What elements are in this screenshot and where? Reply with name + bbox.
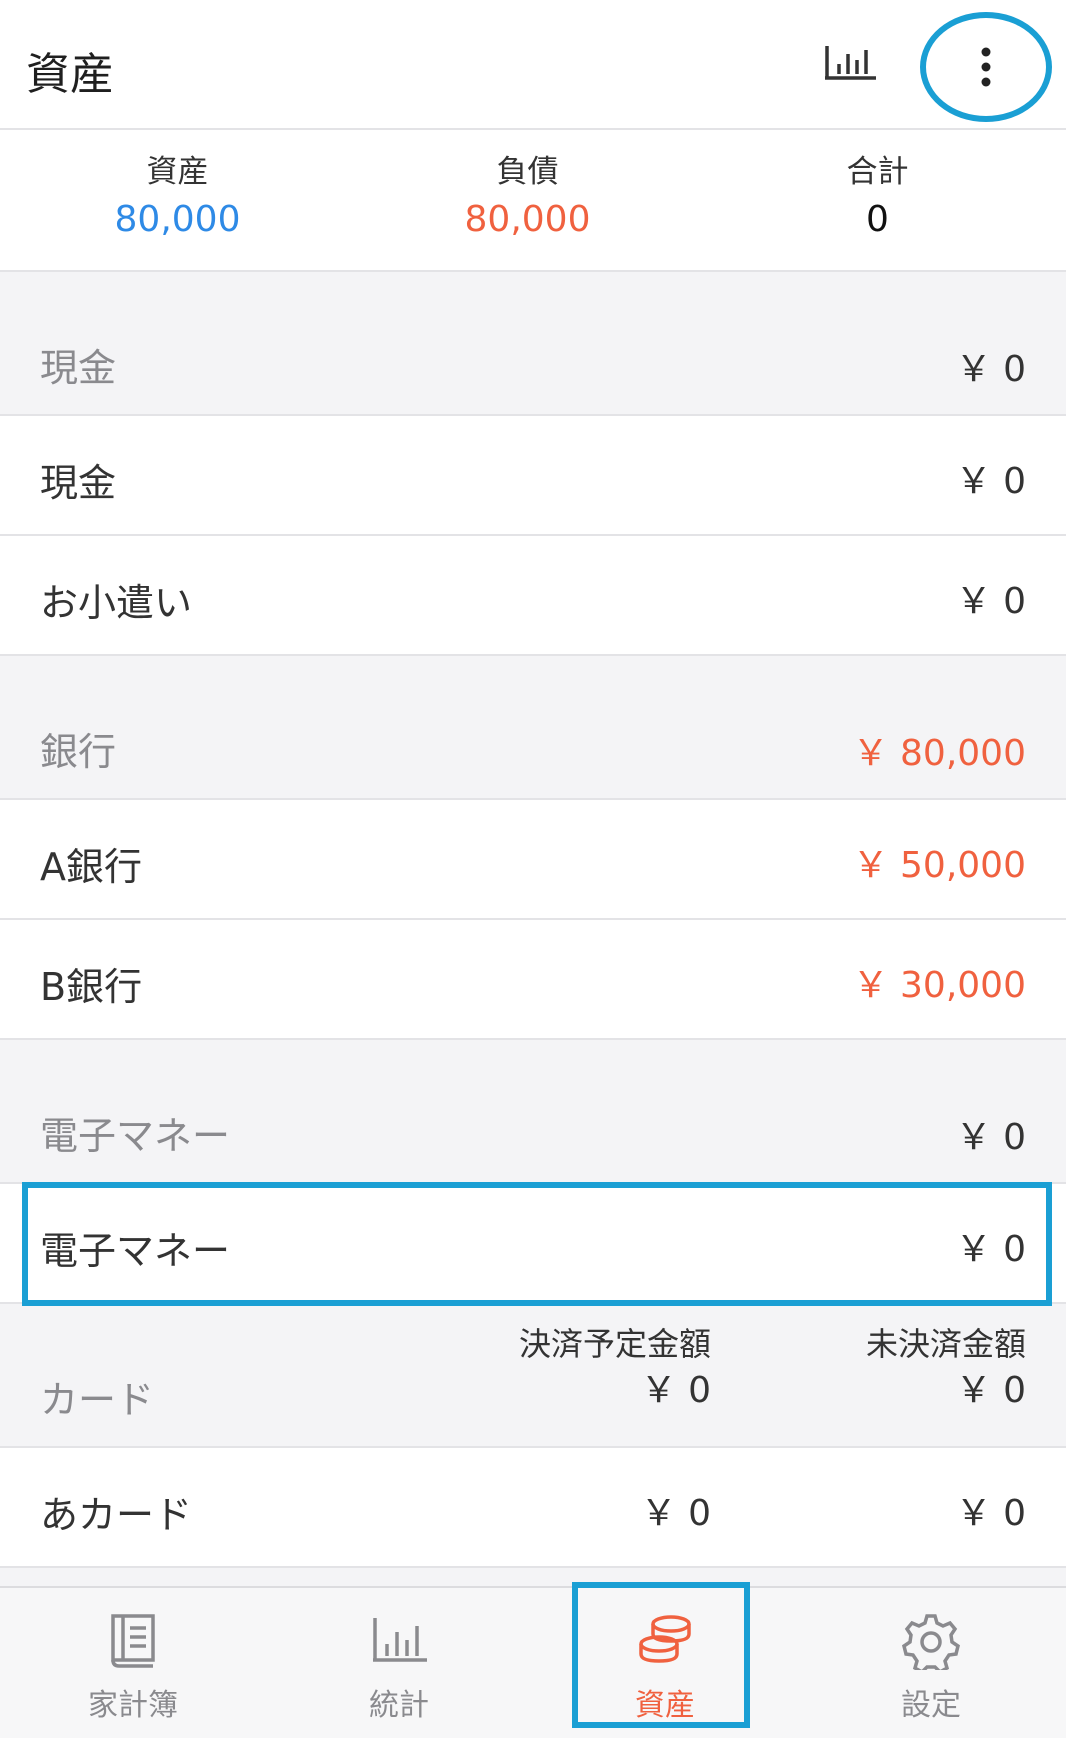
tab-label: 統計 [369,1688,429,1723]
bar-chart-icon [373,1618,427,1662]
account-row-bank-a[interactable]: A銀行 ￥ 50,000 [0,800,1066,920]
section-amount: ￥ 80,000 [852,733,1026,774]
total-value: 0 [866,199,889,240]
account-name: お小遣い [40,581,193,625]
chart-button[interactable] [820,40,880,90]
account-row-allowance[interactable]: お小遣い ￥ 0 [0,536,1066,656]
gear-icon [902,1614,960,1670]
bottom-tab-bar: 家計簿 統計 資産 設定 [0,1586,1066,1738]
scheduled-header: 決済予定金額 ￥ 0 [519,1322,711,1416]
section-header-card: カード 決済予定金額 ￥ 0 未決済金額 ￥ 0 [0,1304,1066,1448]
tab-statistics[interactable]: 統計 [266,1588,532,1738]
liabilities-summary: 負債 80,000 [350,152,705,246]
liabilities-label: 負債 [496,154,559,190]
card-unsettled-amount: ￥ 0 [955,1493,1026,1534]
bar-chart-icon [825,46,876,80]
scheduled-amount: ￥ 0 [640,1370,711,1411]
asset-list: 現金 ￥ 0 現金 ￥ 0 お小遣い ￥ 0 銀行 ￥ 80,000 A銀行 ￥… [0,272,1066,1586]
assets-summary: 資産 80,000 [0,152,355,246]
tab-label: 設定 [901,1688,961,1723]
card-scheduled-amount: ￥ 0 [640,1493,711,1534]
account-name: A銀行 [40,845,142,889]
assets-value: 80,000 [114,199,241,240]
section-amount: ￥ 0 [955,1117,1026,1158]
page-title: 資産 [26,49,114,100]
scheduled-label: 決済予定金額 [518,1325,711,1363]
unsettled-header: 未決済金額 ￥ 0 [866,1322,1026,1416]
section-header-bank: 銀行 ￥ 80,000 [0,656,1066,800]
account-row-cash[interactable]: 現金 ￥ 0 [0,416,1066,536]
tab-household-book[interactable]: 家計簿 [0,1588,266,1738]
account-row-card[interactable]: あカード ￥ 0 ￥ 0 [0,1448,1066,1568]
app-header: 資産 [0,0,1066,130]
account-amount: ￥ 0 [955,461,1026,502]
emoney-row-highlight [22,1182,1052,1306]
unsettled-label: 未決済金額 [865,1325,1026,1363]
assets-tab-highlight [572,1582,750,1728]
section-name: 現金 [40,346,117,390]
more-menu-button[interactable] [920,12,1052,122]
section-header-emoney: 電子マネー ￥ 0 [0,1040,1066,1184]
account-amount: ￥ 0 [955,581,1026,622]
summary-bar: 資産 80,000 負債 80,000 合計 0 [0,130,1066,272]
account-amount: ￥ 50,000 [852,845,1026,886]
more-vertical-icon [981,47,991,87]
section-amount: ￥ 0 [955,349,1026,390]
account-name: 現金 [40,461,117,505]
section-name: カード [40,1378,155,1422]
tab-settings[interactable]: 設定 [798,1588,1064,1738]
unsettled-amount: ￥ 0 [955,1370,1026,1411]
account-name: あカード [40,1493,193,1537]
account-row-bank-b[interactable]: B銀行 ￥ 30,000 [0,920,1066,1040]
assets-label: 資産 [146,154,209,190]
tab-label: 家計簿 [88,1688,178,1723]
section-header-cash: 現金 ￥ 0 [0,272,1066,416]
account-amount: ￥ 30,000 [852,965,1026,1006]
total-label: 合計 [846,154,909,190]
section-name: 電子マネー [40,1114,231,1158]
total-summary: 合計 0 [700,152,1055,246]
book-icon [111,1614,155,1668]
account-name: B銀行 [40,965,143,1009]
section-name: 銀行 [40,730,117,774]
liabilities-value: 80,000 [464,199,591,240]
